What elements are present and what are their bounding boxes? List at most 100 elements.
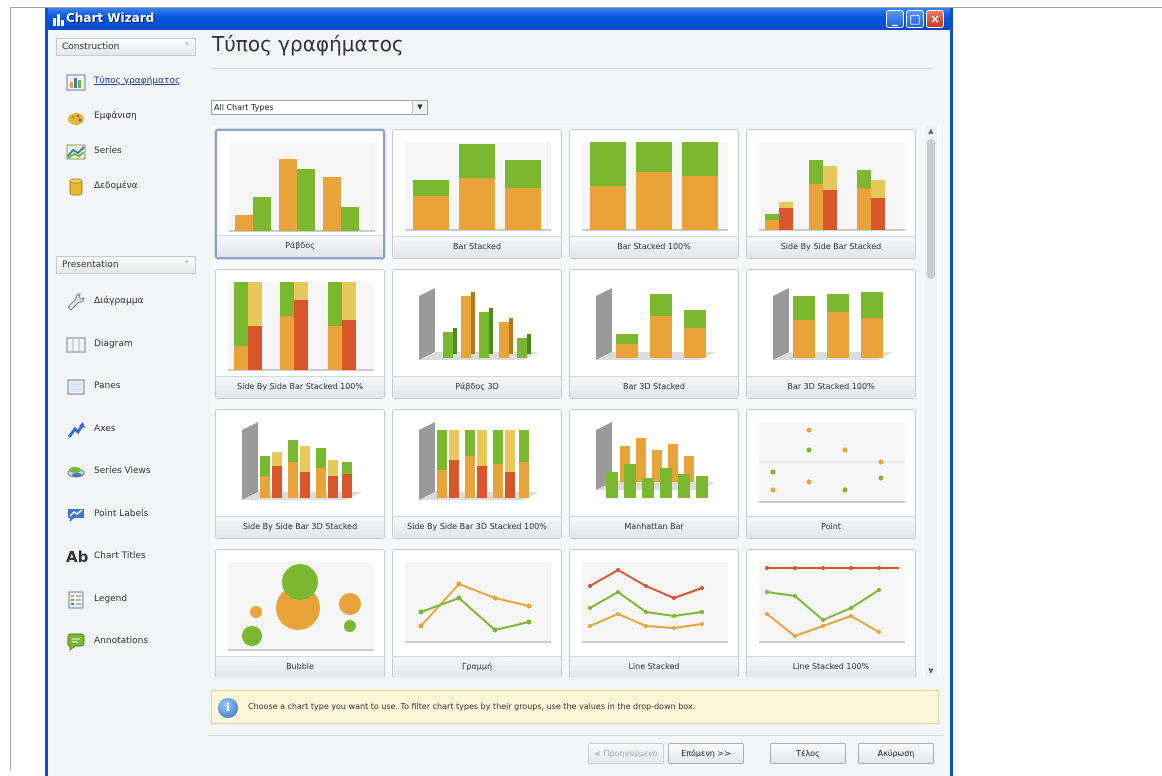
title-divider — [212, 68, 932, 69]
chart-type-card-bar[interactable]: Ράβδος — [215, 129, 385, 259]
hint-text: Choose a chart type you want to use. To … — [248, 702, 696, 711]
chart-type-label: Line Stacked 100% — [747, 656, 915, 677]
sidebar-item-chart-titles[interactable]: Ab Chart Titles — [66, 545, 196, 569]
scroll-up-icon[interactable]: ▲ — [925, 125, 937, 137]
panes-icon — [67, 379, 85, 395]
sidebar-item-series[interactable]: Series — [66, 140, 196, 164]
chart-type-card-line-stacked-100[interactable]: Line Stacked 100% — [746, 549, 916, 677]
chart-type-label: Line Stacked — [570, 656, 738, 677]
sidebar-item-legend[interactable]: Legend — [66, 588, 196, 612]
chart-type-label: Side By Side Bar Stacked — [747, 236, 915, 258]
presentation-group-label: Presentation — [62, 260, 119, 270]
chart-type-card-side-by-side-bar-3d-stacked-100[interactable]: Side By Side Bar 3D Stacked 100% — [392, 409, 562, 539]
data-icon — [69, 178, 83, 196]
sidebar-item-label: Diagram — [94, 339, 133, 349]
side-by-side-bar-stacked-100-thumbnail — [228, 282, 374, 371]
line-stacked-100-thumbnail — [759, 562, 905, 643]
chevron-up-icon: ˄ — [185, 260, 189, 269]
side-by-side-bar-stacked-thumbnail — [759, 142, 905, 231]
side-by-side-bar-3d-stacked-100-thumbnail — [419, 422, 539, 500]
chart-type-card-side-by-side-bar-3d-stacked[interactable]: Side By Side Bar 3D Stacked — [215, 409, 385, 539]
sidebar-item-diagram-gr[interactable]: Διάγραμμα — [66, 290, 196, 314]
scroll-down-icon[interactable]: ▼ — [925, 665, 937, 677]
sidebar-item-label: Series — [94, 146, 122, 156]
sidebar-item-point-labels[interactable]: Point Labels — [66, 503, 196, 527]
chart-type-label: Side By Side Bar 3D Stacked — [216, 516, 384, 538]
previous-button[interactable]: < Προηγούμενο — [588, 743, 664, 764]
construction-group-label: Construction — [62, 42, 120, 52]
chart-type-label: Manhattan Bar — [570, 516, 738, 538]
chart-type-card-line[interactable]: Γραμμή — [392, 549, 562, 677]
chart-type-card-bar-3d-stacked-100[interactable]: Bar 3D Stacked 100% — [746, 269, 916, 399]
chart-titles-icon: Ab — [66, 548, 89, 566]
series-views-icon — [67, 467, 85, 478]
sidebar-item-annotations[interactable]: Annotations — [66, 630, 196, 654]
finish-button[interactable]: Τέλος — [770, 743, 846, 764]
sidebar-item-label: Panes — [94, 381, 121, 391]
sidebar-item-panes[interactable]: Panes — [66, 375, 196, 399]
dropdown-selected-value: All Chart Types — [214, 103, 274, 112]
chart-type-label: Bar 3D Stacked 100% — [747, 376, 915, 398]
bar-stacked-100-thumbnail — [582, 142, 728, 231]
scrollbar-thumb[interactable] — [927, 139, 935, 279]
annotations-icon — [67, 633, 85, 652]
minimize-button[interactable]: _ — [886, 10, 904, 28]
chart-type-card-manhattan-bar[interactable]: Manhattan Bar — [569, 409, 739, 539]
sidebar-item-label: Legend — [94, 594, 128, 604]
dropdown-arrow-icon[interactable]: ▼ — [412, 101, 427, 114]
point-thumbnail — [759, 422, 905, 503]
sidebar-item-label: Chart Titles — [94, 551, 146, 561]
chart-type-card-bar-3d-stacked[interactable]: Bar 3D Stacked — [569, 269, 739, 399]
sidebar-item-appearance[interactable]: Εμφάνιση — [66, 105, 196, 129]
presentation-group-header[interactable]: Presentation ˄ — [56, 256, 196, 274]
legend-icon — [68, 591, 84, 609]
chart-type-card-bar-stacked[interactable]: Bar Stacked — [392, 129, 562, 259]
chevron-up-icon: ˄ — [185, 42, 189, 51]
chart-type-label: Ράβδος — [217, 235, 383, 257]
sidebar-item-axes[interactable]: Axes — [66, 418, 196, 442]
bar-3d-stacked-thumbnail — [596, 288, 716, 360]
bubble-thumbnail — [228, 562, 374, 651]
title-bar[interactable]: Chart Wizard _ □ × — [48, 8, 950, 30]
chart-type-card-bar-stacked-100[interactable]: Bar Stacked 100% — [569, 129, 739, 259]
chart-type-card-line-stacked[interactable]: Line Stacked — [569, 549, 739, 677]
page-title: Τύπος γραφήματος — [212, 32, 404, 56]
series-icon — [66, 144, 86, 160]
gallery-scrollbar[interactable]: ▲ ▼ — [925, 125, 937, 677]
close-button[interactable]: × — [926, 10, 944, 28]
app-icon — [53, 12, 64, 26]
chart-type-label: Bubble — [216, 656, 384, 677]
chart-type-card-bar-3d[interactable]: Ράβδος 3D — [392, 269, 562, 399]
chart-type-label: Bar Stacked — [393, 236, 561, 258]
chart-type-card-point[interactable]: Point — [746, 409, 916, 539]
chart-type-label: Side By Side Bar Stacked 100% — [216, 376, 384, 398]
chart-type-label: Bar 3D Stacked — [570, 376, 738, 398]
sidebar-item-label: Series Views — [94, 466, 151, 476]
next-button[interactable]: Επόμενη >> — [668, 743, 744, 764]
diagram-icon — [66, 337, 86, 353]
sidebar-item-label: Τύπος γραφήματος — [94, 76, 181, 86]
sidebar-item-data[interactable]: Δεδομένα — [66, 175, 196, 199]
construction-group-header[interactable]: Construction ˄ — [56, 38, 196, 56]
hint-panel: i Choose a chart type you want to use. T… — [211, 690, 939, 724]
chart-type-label: Side By Side Bar 3D Stacked 100% — [393, 516, 561, 538]
point-labels-icon — [68, 509, 84, 522]
bar-stacked-thumbnail — [405, 142, 551, 231]
bar-3d-stacked-100-thumbnail — [773, 288, 893, 360]
chart-type-card-bubble[interactable]: Bubble — [215, 549, 385, 677]
maximize-button[interactable]: □ — [906, 10, 924, 28]
chart-type-card-side-by-side-bar-stacked-100[interactable]: Side By Side Bar Stacked 100% — [215, 269, 385, 399]
chart-type-card-side-by-side-bar-stacked[interactable]: Side By Side Bar Stacked — [746, 129, 916, 259]
sidebar-item-chart-type[interactable]: Τύπος γραφήματος — [66, 70, 196, 94]
sidebar-item-diagram[interactable]: Diagram — [66, 333, 196, 357]
chart-type-gallery: Ράβδος Bar Stacked Bar Stacked 100% Side… — [211, 125, 941, 677]
chart-wizard-window: Chart Wizard _ □ × Construction ˄ Τύπος γ… — [45, 8, 953, 776]
bar-3d-thumbnail — [419, 288, 539, 360]
line-stacked-thumbnail — [582, 562, 728, 643]
bar-chart-thumbnail — [229, 143, 375, 232]
sidebar-item-series-views[interactable]: Series Views — [66, 460, 196, 484]
window-title: Chart Wizard — [66, 11, 155, 25]
desktop-frame: Chart Wizard _ □ × Construction ˄ Τύπος γ… — [10, 7, 1162, 776]
chart-type-filter-dropdown[interactable]: All Chart Types ▼ — [211, 100, 428, 115]
cancel-button[interactable]: Ακύρωση — [858, 743, 934, 764]
